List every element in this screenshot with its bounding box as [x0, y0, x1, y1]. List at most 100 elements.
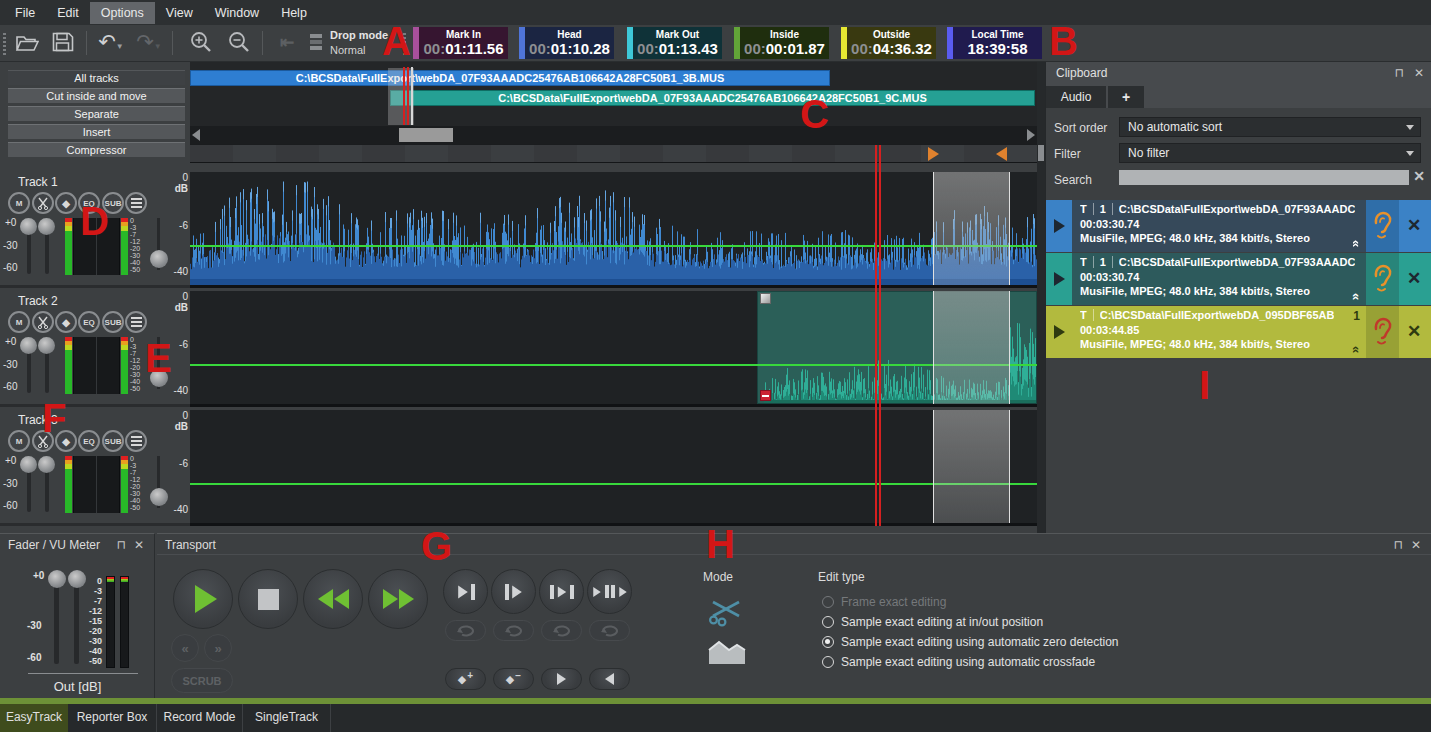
fader-knob[interactable] — [38, 456, 55, 473]
zoom-out-icon[interactable] — [224, 27, 254, 57]
mark-out-triangle[interactable] — [996, 147, 1007, 161]
menu-button[interactable] — [125, 311, 147, 333]
skip-back-button[interactable]: « — [171, 634, 199, 662]
remove-marker-button[interactable]: ◆− — [493, 668, 534, 690]
fader-knob[interactable] — [38, 218, 55, 235]
tab-add[interactable]: + — [1108, 86, 1144, 108]
next-marker-button[interactable] — [541, 668, 582, 690]
collapse-chevron-icon[interactable]: « — [1349, 240, 1364, 247]
overview-clip-2[interactable]: C:\BCSData\FullExport\webDA_07F93AAADC25… — [390, 90, 1035, 106]
marker-button[interactable]: ◆ — [55, 192, 77, 214]
play-icon[interactable] — [1054, 325, 1065, 339]
clipboard-item[interactable]: T1C:\BCSData\FullExport\webDA_07F93AAADC… — [1046, 200, 1431, 252]
rewind-button[interactable] — [303, 569, 363, 629]
listen-ear-icon[interactable] — [1372, 317, 1394, 351]
drop-mode-value[interactable]: Normal — [330, 44, 365, 56]
timeline-ruler[interactable] — [190, 145, 1037, 163]
radio-frame-exact-editing[interactable] — [822, 596, 834, 608]
menu-window[interactable]: Window — [204, 2, 270, 24]
command-insert[interactable]: Insert — [8, 124, 185, 139]
view-tab-record-mode[interactable]: Record Mode — [157, 704, 243, 732]
eq-button[interactable]: EQ — [78, 430, 100, 452]
remove-icon[interactable]: ✕ — [1407, 321, 1421, 342]
play-to-cursor-button[interactable] — [443, 569, 488, 614]
track2-handle-bottom[interactable] — [760, 390, 771, 401]
menu-edit[interactable]: Edit — [46, 2, 90, 24]
envelope-mode-icon[interactable] — [707, 636, 747, 670]
mark-in-triangle[interactable] — [928, 147, 939, 161]
menu-view[interactable]: View — [155, 2, 204, 24]
search-input[interactable] — [1119, 170, 1409, 185]
menu-button[interactable] — [125, 192, 147, 214]
close-icon[interactable]: ✕ — [1411, 538, 1421, 552]
track-body-3[interactable] — [190, 410, 1037, 526]
volume-envelope-line[interactable] — [190, 364, 1037, 366]
fader-knob[interactable] — [20, 218, 37, 235]
pin-icon[interactable]: ⊓ — [1394, 538, 1403, 552]
eq-button[interactable]: EQ — [78, 311, 100, 333]
tab-audio[interactable]: Audio — [1046, 86, 1106, 108]
radio-sample-exact-editing-using-automatic-crossfade[interactable] — [822, 656, 834, 668]
prev-marker-button[interactable] — [589, 668, 630, 690]
pin-icon[interactable]: ⊓ — [1395, 66, 1404, 80]
drop-mode-icon[interactable] — [310, 34, 324, 52]
menu-file[interactable]: File — [4, 2, 46, 24]
vu-fader-knob[interactable] — [48, 570, 66, 588]
command-all-tracks[interactable]: All tracks — [8, 70, 185, 85]
mute-button[interactable]: M — [8, 430, 30, 452]
overview-clip-1[interactable]: C:\BCSData\FullExport\webDA_07F93AAADC25… — [190, 70, 830, 86]
fader-knob[interactable] — [20, 337, 37, 354]
sub-button[interactable]: SUB — [102, 311, 124, 333]
cut-button[interactable] — [32, 192, 54, 214]
add-marker-button[interactable]: ◆+ — [445, 668, 486, 690]
command-cut-inside-and-move[interactable]: Cut inside and move — [8, 88, 185, 103]
pin-icon[interactable]: ⊓ — [117, 538, 126, 552]
fader-knob[interactable] — [20, 456, 37, 473]
menu-options[interactable]: Options — [90, 2, 155, 24]
collapse-chevron-icon[interactable]: « — [1349, 346, 1364, 353]
v-scrollbar[interactable] — [1037, 62, 1045, 533]
sort-order-select[interactable]: No automatic sort — [1119, 117, 1421, 137]
menu-help[interactable]: Help — [270, 2, 318, 24]
remove-icon[interactable]: ✕ — [1407, 215, 1421, 236]
cut-button[interactable] — [32, 311, 54, 333]
zoom-in-icon[interactable] — [186, 27, 216, 57]
play-icon[interactable] — [1054, 272, 1065, 286]
play-from-cursor-button[interactable] — [491, 569, 536, 614]
remove-icon[interactable]: ✕ — [1407, 268, 1421, 289]
skip-forward-button[interactable]: » — [204, 634, 232, 662]
marker-button[interactable]: ◆ — [55, 311, 77, 333]
h-scrollbar[interactable] — [190, 126, 1037, 144]
radio-sample-exact-editing-at-in-out-position[interactable] — [822, 616, 834, 628]
collapse-chevron-icon[interactable]: « — [1349, 293, 1364, 300]
redo-icon[interactable]: ↷▼ — [134, 27, 164, 57]
scrub-button[interactable]: SCRUB — [171, 668, 233, 693]
listen-ear-icon[interactable] — [1372, 264, 1394, 298]
mute-button[interactable]: M — [8, 192, 30, 214]
loop-button[interactable] — [493, 620, 534, 641]
command-compressor[interactable]: Compressor — [8, 142, 185, 157]
play-around-cursor-button[interactable] — [587, 569, 632, 614]
view-tab-reporter-box[interactable]: Reporter Box — [68, 704, 157, 732]
undo-icon[interactable]: ↶▼ — [96, 27, 126, 57]
v-scroll-thumb[interactable] — [1038, 145, 1044, 161]
view-tab-easytrack[interactable]: EasyTrack — [0, 704, 68, 732]
sub-button[interactable]: SUB — [102, 430, 124, 452]
volume-envelope-line[interactable] — [190, 245, 1037, 247]
fader-knob[interactable] — [38, 337, 55, 354]
view-tab-singletrack[interactable]: SingleTrack — [243, 704, 331, 732]
loop-button[interactable] — [589, 620, 630, 641]
scroll-right-arrow[interactable] — [1027, 129, 1035, 141]
track1-waveform[interactable] — [190, 172, 1037, 285]
clipboard-item[interactable]: T1C:\BCSData\FullExport\webDA_07F93AAADC… — [1046, 253, 1431, 305]
close-icon[interactable]: ✕ — [1414, 66, 1424, 80]
stop-button[interactable] — [238, 569, 298, 629]
vu-fader-knob[interactable] — [68, 570, 86, 588]
scroll-thumb[interactable] — [399, 128, 453, 142]
menu-button[interactable] — [125, 430, 147, 452]
command-separate[interactable]: Separate — [8, 106, 185, 121]
play-button[interactable] — [173, 569, 233, 629]
listen-ear-icon[interactable] — [1372, 211, 1394, 245]
mute-button[interactable]: M — [8, 311, 30, 333]
loop-button[interactable] — [445, 620, 486, 641]
